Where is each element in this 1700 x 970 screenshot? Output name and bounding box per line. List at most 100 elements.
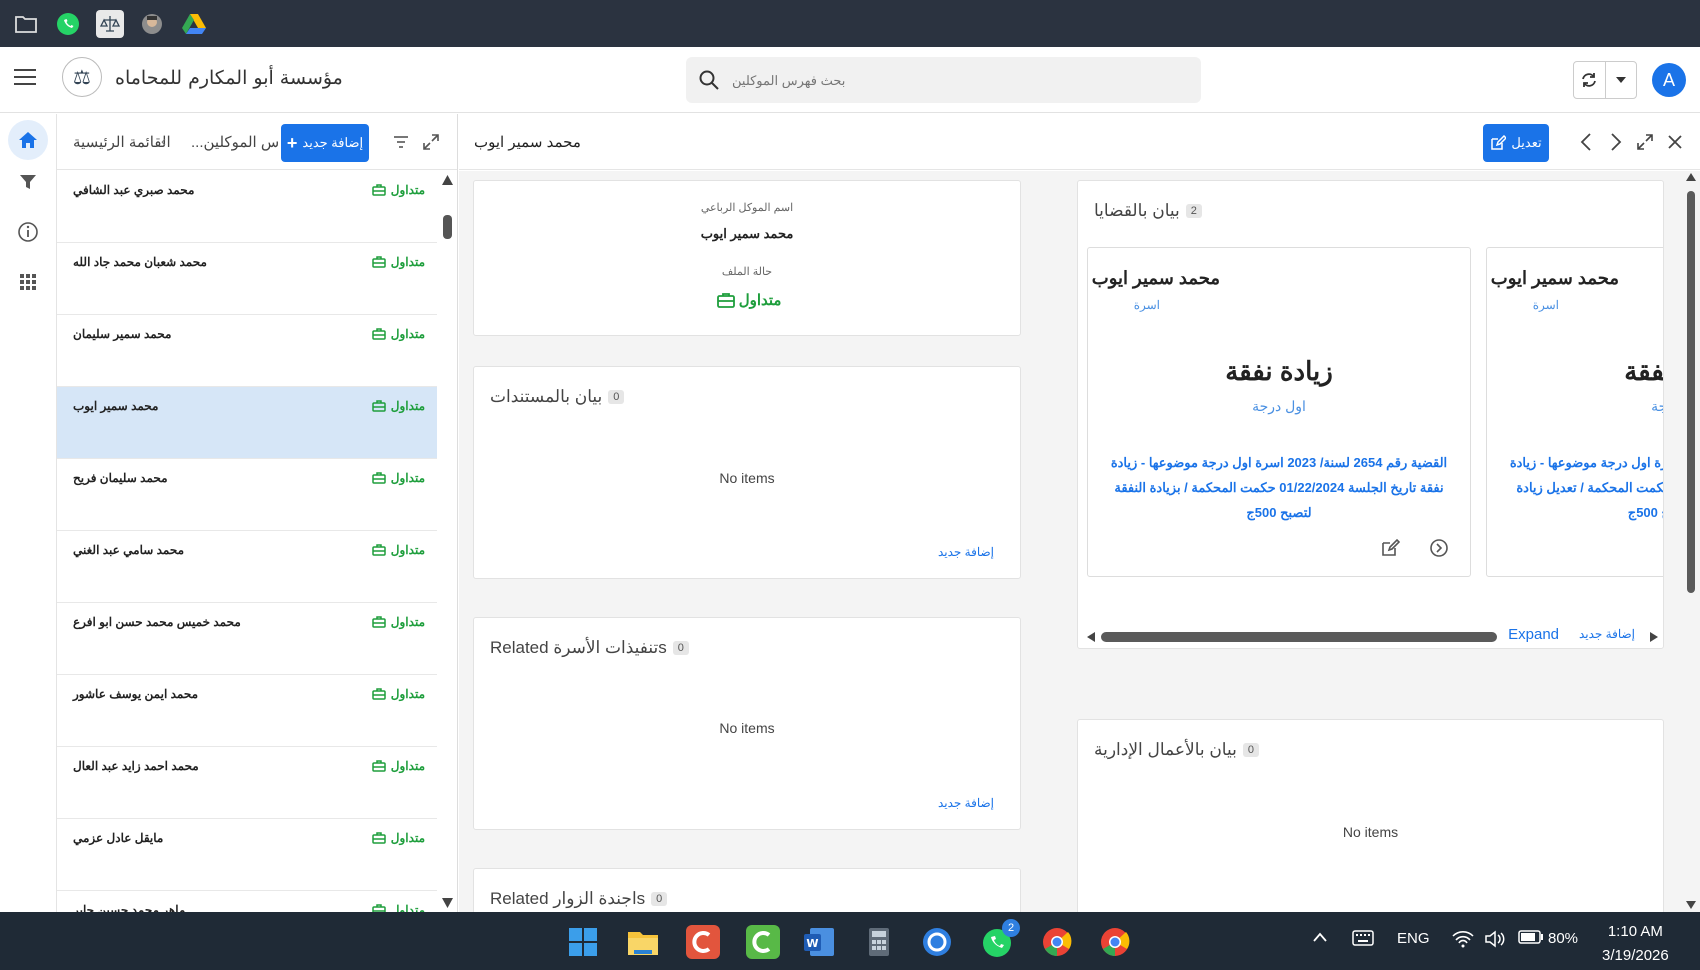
info-icon[interactable] (8, 212, 48, 252)
client-name: محمد سليمان فريح (73, 471, 168, 485)
content-scrollbar[interactable] (1682, 171, 1700, 912)
client-name: محمد سمير ايوب (73, 399, 159, 413)
clock-time: 1:10 AM (1607, 923, 1663, 940)
chevron-right-icon[interactable] (1603, 129, 1629, 155)
list-scrollbar[interactable] (438, 171, 457, 912)
detail-content: اسم الموكل الرباعي محمد سمير ايوب حالة ا… (459, 171, 1700, 912)
family-executions-card: Related تنفيذات الأسرةs 0 No items إضافة… (473, 617, 1021, 830)
search-input[interactable] (732, 72, 1152, 88)
case-description[interactable]: القضية رقم 2654 لسنة/ 2023 اسرة اول درجة… (1503, 450, 1663, 525)
breadcrumb-home[interactable]: القائمة الرئيسية (73, 133, 171, 151)
windows-start-icon[interactable] (566, 925, 600, 959)
chrome-icon[interactable] (1040, 925, 1074, 959)
sync-app-icon[interactable] (920, 925, 954, 959)
case-subject: زيادة نفقة (1624, 356, 1664, 386)
status-text: متداول (390, 903, 425, 912)
case-card[interactable]: محمد سمير ايوب اسرة زيادة نفقة اول درجة … (1087, 247, 1471, 577)
menu-icon[interactable] (14, 69, 36, 87)
app-c-green-icon[interactable] (746, 925, 780, 959)
breadcrumb-current: ...س الموكلين (191, 134, 280, 151)
admin-works-title-text: بيان بالأعمال الإدارية (1094, 740, 1237, 759)
status-text: متداول (390, 183, 425, 197)
list-item[interactable]: محمد سليمان فريح متداول (57, 459, 437, 531)
file-explorer-icon[interactable] (626, 925, 660, 959)
case-card[interactable]: محمد سمير ايوب اسرة زيادة نفقة اول درجة … (1486, 247, 1664, 577)
cases-expand-link[interactable]: Expand (1508, 626, 1559, 643)
volume-icon[interactable] (1484, 930, 1506, 952)
maximize-icon[interactable] (1632, 129, 1658, 155)
edit-icon[interactable] (1380, 538, 1402, 560)
documents-count: 0 (608, 390, 625, 404)
whatsapp-taskbar-icon[interactable]: 2 (980, 919, 1020, 959)
list-header: القائمة الرئيسية ‹ ...س الموكلين + إضافة… (57, 114, 457, 170)
visitors-title-text: Related اجندة الزوارs (490, 889, 646, 908)
add-new-button[interactable]: + إضافة جديد (281, 124, 369, 162)
status-badge: متداول (372, 687, 425, 701)
family-exec-add-link[interactable]: إضافة جديد (938, 796, 994, 810)
list-item[interactable]: محمد سمير ايوب متداول (57, 387, 437, 459)
edit-button[interactable]: تعديل (1483, 124, 1549, 162)
list-item[interactable]: محمد خميس محمد حسن ابو افرع متداول (57, 603, 437, 675)
search-bar[interactable] (686, 57, 1201, 103)
list-item[interactable]: ماهر محمد حسين جابر متداول (57, 891, 437, 912)
calculator-icon[interactable] (862, 925, 896, 959)
close-icon[interactable] (1662, 129, 1688, 155)
briefcase-icon (716, 293, 735, 308)
folder-icon[interactable] (12, 10, 40, 38)
case-type: اسرة (1532, 298, 1559, 312)
apps-grid-icon[interactable] (8, 262, 48, 302)
brand-logo: ⚖ (62, 57, 102, 97)
client-name: محمد شعبان محمد جاد الله (73, 255, 207, 269)
status-badge: متداول (372, 255, 425, 269)
whatsapp-icon[interactable] (54, 10, 82, 38)
profile-app-icon[interactable] (138, 10, 166, 38)
battery-icon[interactable] (1518, 930, 1544, 948)
client-name: محمد احمد زايد عبد العال (73, 759, 199, 773)
scale-app-icon[interactable] (96, 9, 124, 38)
documents-add-link[interactable]: إضافة جديد (938, 545, 994, 559)
list-item[interactable]: مايقل عادل عزمي متداول (57, 819, 437, 891)
chevron-left-icon[interactable] (1573, 129, 1599, 155)
app-c-icon[interactable] (686, 925, 720, 959)
status-badge: متداول (372, 543, 425, 557)
chevron-up-icon[interactable] (1312, 930, 1328, 947)
sync-icon[interactable] (1574, 62, 1606, 98)
visitors-count: 0 (651, 892, 668, 906)
list-item[interactable]: محمد صبري عبد الشافي متداول (57, 171, 437, 243)
language-indicator[interactable]: ENG (1397, 930, 1430, 947)
os-top-bar (0, 0, 1700, 47)
family-exec-empty: No items (719, 720, 775, 736)
home-icon[interactable] (8, 120, 48, 160)
briefcase-icon (372, 544, 386, 556)
word-icon[interactable]: W (802, 925, 836, 959)
chrome-profile-icon[interactable] (1098, 925, 1132, 959)
client-name: ماهر محمد حسين جابر (73, 903, 186, 912)
svg-text:W: W (806, 937, 818, 950)
list-item[interactable]: محمد شعبان محمد جاد الله متداول (57, 243, 437, 315)
status-value: متداول (738, 292, 782, 309)
list-item[interactable]: محمد سامي عبد الغني متداول (57, 531, 437, 603)
wifi-icon[interactable] (1452, 930, 1474, 952)
keyboard-icon[interactable] (1352, 930, 1374, 950)
filter-icon[interactable] (8, 162, 48, 202)
system-clock[interactable]: 1:10 AM 3/19/2026 (1602, 920, 1669, 968)
status-text: متداول (390, 615, 425, 629)
list-item[interactable]: محمد احمد زايد عبد العال متداول (57, 747, 437, 819)
chevron-down-icon[interactable] (1606, 62, 1637, 98)
list-item[interactable]: محمد سمير سليمان متداول (57, 315, 437, 387)
cases-add-link[interactable]: إضافة جديد (1579, 627, 1635, 641)
app-header: ⚖ مؤسسة أبو المكارم للمحاماه A (0, 47, 1700, 113)
google-drive-icon[interactable] (180, 10, 208, 38)
case-degree: اول درجة (1651, 398, 1663, 414)
list-item[interactable]: محمد ايمن يوسف عاشور متداول (57, 675, 437, 747)
case-subject: زيادة نفقة (1225, 356, 1333, 386)
avatar[interactable]: A (1652, 63, 1686, 97)
status-badge: متداول (372, 183, 425, 197)
sort-icon[interactable] (389, 130, 413, 154)
open-arrow-icon[interactable] (1429, 538, 1451, 560)
expand-icon[interactable] (419, 130, 443, 154)
edit-label: تعديل (1511, 135, 1542, 150)
client-list-panel: القائمة الرئيسية ‹ ...س الموكلين + إضافة… (57, 114, 458, 912)
case-description[interactable]: القضية رقم 2654 لسنة/ 2023 اسرة اول درجة… (1104, 450, 1454, 525)
family-exec-count: 0 (672, 641, 689, 655)
